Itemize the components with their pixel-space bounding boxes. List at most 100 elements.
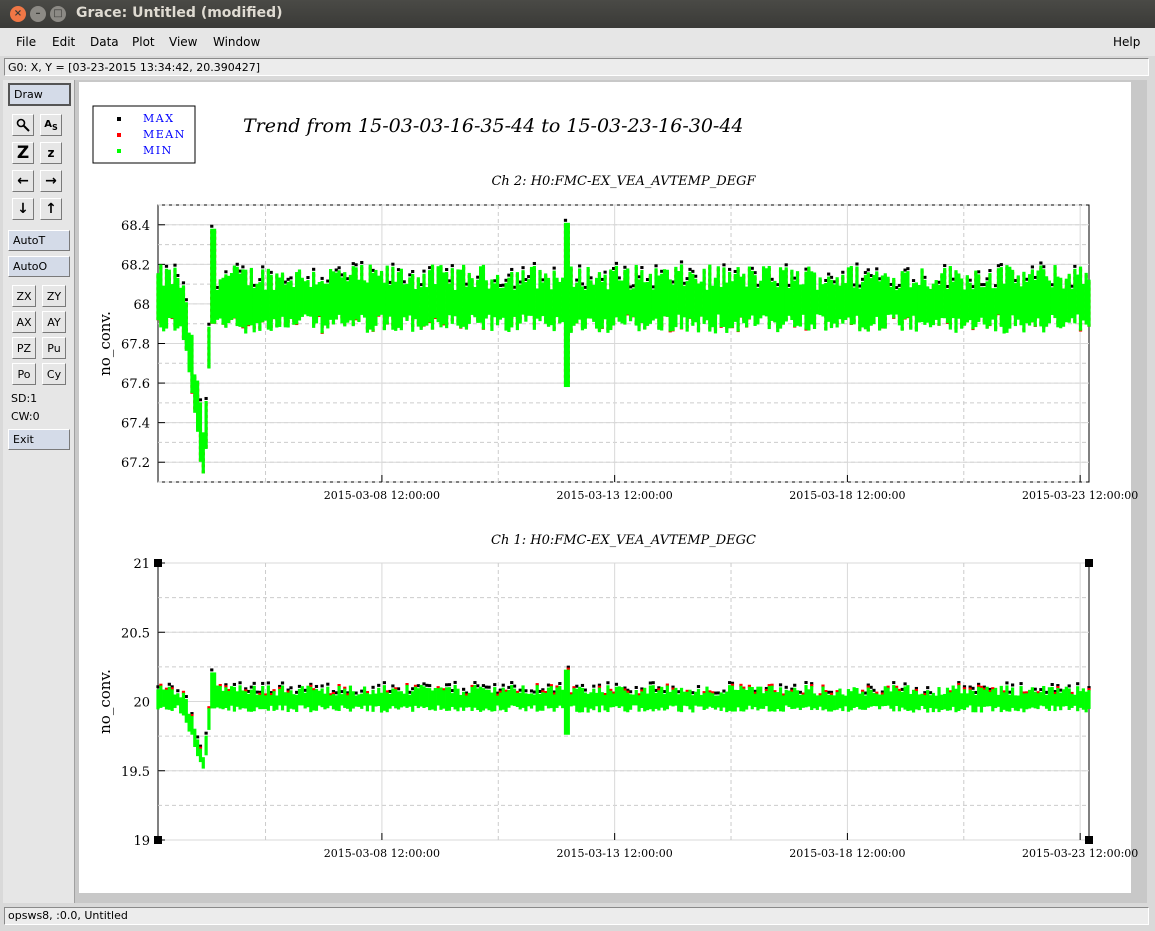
min-point bbox=[541, 692, 545, 711]
autoscale-on-set-button[interactable]: AutoO bbox=[8, 256, 70, 277]
min-point bbox=[261, 685, 265, 710]
plot-canvas[interactable]: MAX MEAN MIN Trend from 15-03-03-16-35-4… bbox=[75, 80, 1147, 903]
max-point bbox=[753, 271, 757, 275]
min-point bbox=[730, 685, 735, 712]
min-point bbox=[218, 685, 222, 709]
min-point bbox=[787, 287, 791, 316]
chart-panel-1[interactable]: Ch 2: H0:FMC-EX_VEA_AVTEMP_DEGF 68.4 68.2 6… bbox=[96, 174, 1138, 502]
menu-edit[interactable]: Edit bbox=[52, 35, 75, 49]
min-point bbox=[529, 266, 534, 316]
menu-help[interactable]: Help bbox=[1113, 35, 1140, 49]
min-point bbox=[241, 690, 245, 709]
min-point bbox=[447, 283, 452, 316]
max-point bbox=[232, 682, 237, 686]
chart-panel-2[interactable]: Ch 1: H0:FMC-EX_VEA_AVTEMP_DEGC2120.5201… bbox=[96, 533, 1138, 860]
max-point bbox=[527, 275, 531, 279]
min-point bbox=[439, 687, 443, 710]
min-point bbox=[524, 693, 528, 712]
cycle-button[interactable]: Cy bbox=[42, 363, 66, 385]
menu-window[interactable]: Window bbox=[213, 35, 260, 49]
x-tick-label: 2015-03-08 12:00:00 bbox=[324, 847, 440, 860]
min-point bbox=[852, 287, 856, 325]
autoscale-x-button[interactable]: AX bbox=[12, 311, 36, 333]
plot-canvas-area[interactable]: MAX MEAN MIN Trend from 15-03-03-16-35-4… bbox=[75, 80, 1147, 903]
max-point bbox=[501, 283, 505, 287]
max-point bbox=[224, 270, 228, 274]
min-point bbox=[249, 267, 253, 326]
min-point bbox=[1070, 288, 1074, 319]
max-point bbox=[677, 690, 681, 694]
scroll-left-button[interactable]: ← bbox=[12, 170, 34, 192]
min-point bbox=[1002, 283, 1006, 334]
zoom-out-button[interactable]: z bbox=[40, 142, 62, 164]
selection-handle[interactable] bbox=[154, 836, 162, 844]
push-zoom-button[interactable]: PZ bbox=[12, 337, 36, 359]
zoom-y-button[interactable]: ZY bbox=[42, 285, 66, 307]
zoom-x-button[interactable]: ZX bbox=[12, 285, 36, 307]
min-point bbox=[682, 691, 686, 706]
min-point bbox=[340, 694, 344, 706]
menu-plot[interactable]: Plot bbox=[132, 35, 155, 49]
min-point bbox=[926, 286, 930, 323]
min-point bbox=[360, 693, 364, 709]
menu-data[interactable]: Data bbox=[90, 35, 119, 49]
min-point bbox=[433, 688, 437, 711]
minimize-window-button[interactable]: – bbox=[30, 6, 46, 22]
autoticks-button[interactable]: AutoT bbox=[8, 230, 70, 251]
min-point bbox=[238, 273, 242, 327]
min-point bbox=[810, 686, 814, 711]
min-point bbox=[906, 685, 910, 711]
max-point bbox=[198, 398, 203, 402]
selection-handle[interactable] bbox=[1085, 836, 1093, 844]
zoom-button[interactable] bbox=[12, 114, 34, 136]
max-point bbox=[453, 680, 457, 684]
min-point bbox=[818, 695, 822, 707]
min-point bbox=[1059, 692, 1063, 711]
legend-label-max: MAX bbox=[143, 112, 175, 125]
max-point bbox=[1076, 682, 1080, 686]
scroll-right-button[interactable]: → bbox=[40, 170, 62, 192]
min-point bbox=[578, 686, 582, 713]
min-point bbox=[394, 689, 398, 709]
min-point bbox=[241, 269, 245, 328]
scroll-down-button[interactable]: ↓ bbox=[12, 198, 34, 220]
min-point bbox=[801, 284, 805, 315]
min-point bbox=[606, 685, 610, 713]
max-point bbox=[518, 280, 522, 284]
maximize-window-button[interactable]: □ bbox=[50, 6, 66, 22]
x-tick-label: 2015-03-18 12:00:00 bbox=[789, 489, 905, 502]
min-point bbox=[974, 694, 978, 713]
max-point bbox=[906, 267, 910, 271]
min-point bbox=[617, 686, 621, 708]
min-point bbox=[470, 686, 474, 711]
max-point bbox=[1005, 681, 1009, 685]
autoscale-button[interactable]: AS bbox=[40, 114, 62, 136]
min-point bbox=[790, 269, 794, 321]
min-point bbox=[368, 694, 372, 706]
selection-handle[interactable] bbox=[154, 559, 162, 567]
min-point bbox=[232, 265, 237, 319]
min-point bbox=[179, 287, 183, 327]
zoom-in-button[interactable]: Z bbox=[12, 142, 34, 164]
min-point bbox=[770, 281, 774, 321]
legend-label-min: MIN bbox=[143, 144, 173, 157]
min-point bbox=[611, 271, 616, 326]
min-point bbox=[450, 693, 454, 707]
draw-button[interactable]: Draw bbox=[8, 83, 71, 106]
exit-button[interactable]: Exit bbox=[8, 429, 70, 450]
selection-handle[interactable] bbox=[1085, 559, 1093, 567]
pop-zoom-button[interactable]: Pu bbox=[42, 337, 66, 359]
close-window-button[interactable]: × bbox=[10, 6, 26, 22]
pop-button[interactable]: Po bbox=[12, 363, 36, 385]
min-point bbox=[235, 266, 239, 327]
menu-view[interactable]: View bbox=[169, 35, 197, 49]
autoscale-y-button[interactable]: AY bbox=[42, 311, 66, 333]
menu-file[interactable]: File bbox=[16, 35, 36, 49]
max-point bbox=[445, 268, 449, 272]
min-point bbox=[863, 695, 868, 710]
min-point bbox=[184, 699, 188, 723]
min-point bbox=[801, 694, 805, 708]
min-point bbox=[224, 274, 228, 328]
min-point bbox=[348, 685, 353, 712]
scroll-up-button[interactable]: ↑ bbox=[40, 198, 62, 220]
